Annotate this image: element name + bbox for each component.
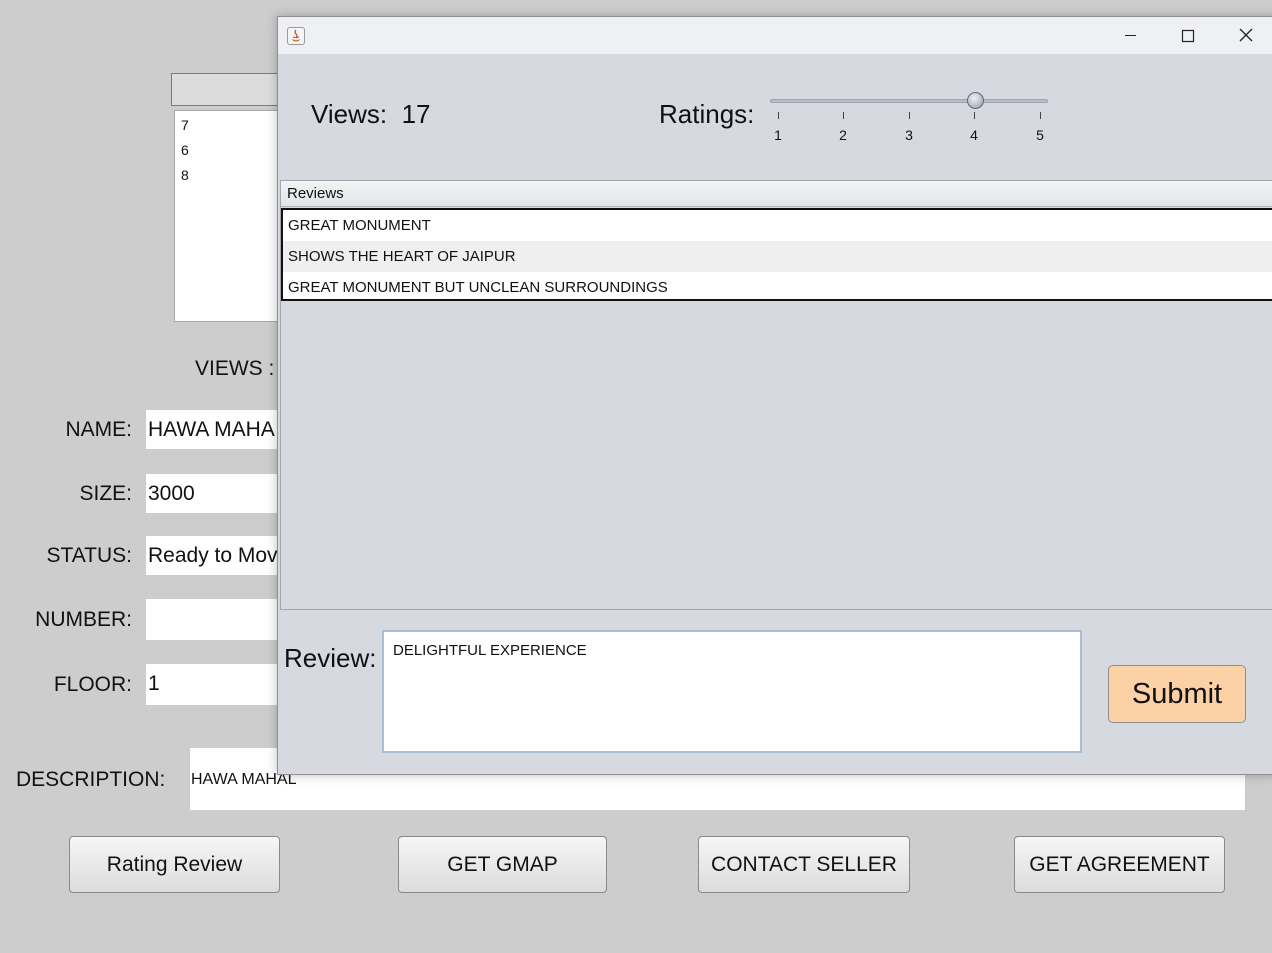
list-item[interactable]: 8 <box>181 165 288 190</box>
views-label: Views: <box>311 99 388 129</box>
views-count: 17 <box>401 99 431 129</box>
status-field[interactable]: Ready to Mov <box>146 536 286 575</box>
slider-tick <box>909 112 910 119</box>
close-icon[interactable] <box>1223 17 1269 54</box>
views-display: Views: 17 <box>311 99 430 130</box>
list-item[interactable]: 6 <box>181 140 288 165</box>
reviews-table[interactable]: Reviews GREAT MONUMENT SHOWS THE HEART O… <box>280 180 1272 610</box>
status-label: STATUS: <box>46 544 132 567</box>
description-label: DESCRIPTION: <box>16 768 166 791</box>
number-label: NUMBER: <box>35 608 132 631</box>
slider-tick <box>974 112 975 119</box>
title-bar[interactable] <box>278 17 1272 54</box>
slider-track[interactable] <box>770 99 1048 103</box>
contact-seller-button[interactable]: CONTACT SELLER <box>698 836 910 893</box>
list-item[interactable]: 7 <box>181 115 288 140</box>
slider-tick-label: 2 <box>839 127 847 143</box>
slider-tick-label: 3 <box>905 127 913 143</box>
size-label: SIZE: <box>79 482 132 505</box>
slider-tick-label: 5 <box>1036 127 1044 143</box>
rating-review-dialog: Views: 17 Ratings: 1 2 3 4 5 Reviews GRE… <box>277 16 1272 775</box>
slider-tick-label: 4 <box>970 127 978 143</box>
floor-label: FLOOR: <box>53 673 132 696</box>
floor-field[interactable]: 1 <box>146 664 286 705</box>
slider-tick-label: 1 <box>774 127 782 143</box>
submit-button[interactable]: Submit <box>1108 665 1246 723</box>
get-agreement-button[interactable]: GET AGREEMENT <box>1014 836 1225 893</box>
ratings-label: Ratings: <box>659 99 755 129</box>
slider-tick <box>843 112 844 119</box>
table-row[interactable]: SHOWS THE HEART OF JAIPUR <box>283 241 1272 272</box>
slider-thumb[interactable] <box>966 92 984 109</box>
number-field[interactable] <box>146 599 286 640</box>
review-textarea[interactable]: DELIGHTFUL EXPERIENCE <box>382 630 1082 753</box>
review-label: Review: <box>284 643 377 673</box>
rating-review-button[interactable]: Rating Review <box>69 836 280 893</box>
number-list[interactable]: 7 6 8 <box>174 110 289 322</box>
list-header <box>171 73 291 106</box>
slider-tick <box>1040 112 1041 119</box>
slider-tick <box>778 112 779 119</box>
name-field[interactable]: HAWA MAHA <box>146 410 286 449</box>
get-gmap-button[interactable]: GET GMAP <box>398 836 607 893</box>
reviews-table-body[interactable]: GREAT MONUMENT SHOWS THE HEART OF JAIPUR… <box>281 208 1272 301</box>
java-app-icon <box>287 27 305 45</box>
size-field[interactable]: 3000 <box>146 474 286 513</box>
name-label: NAME: <box>65 418 132 441</box>
reviews-column-header[interactable]: Reviews <box>281 181 1272 207</box>
minimize-icon[interactable] <box>1107 17 1153 54</box>
table-row[interactable]: GREAT MONUMENT <box>283 210 1272 241</box>
views-label: VIEWS : <box>195 357 275 380</box>
maximize-icon[interactable] <box>1165 17 1211 54</box>
table-row[interactable]: GREAT MONUMENT BUT UNCLEAN SURROUNDINGS <box>283 272 1272 303</box>
